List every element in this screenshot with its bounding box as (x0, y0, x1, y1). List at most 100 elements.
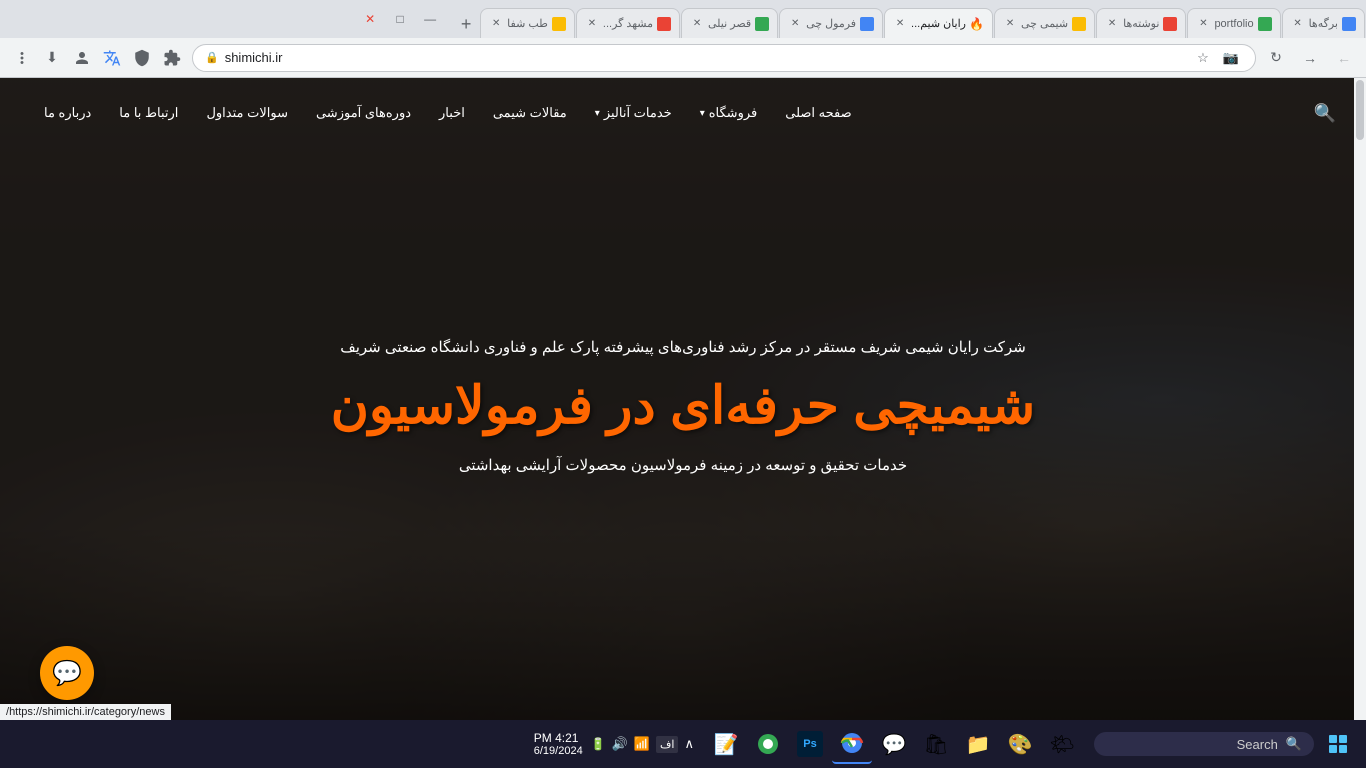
hero-description: خدمات تحقیق و توسعه در زمینه فرمولاسیون … (137, 456, 1230, 474)
shield-button[interactable] (128, 44, 156, 72)
translate-button[interactable] (98, 44, 126, 72)
tab-tab1[interactable]: برگه‌ها ✕ (1282, 8, 1365, 38)
nav-item-درباره-ما[interactable]: درباره ما (30, 97, 105, 129)
taskbar-app-green[interactable] (748, 724, 788, 764)
extensions-button[interactable] (158, 44, 186, 72)
taskbar-search[interactable]: 🔍 Search (1094, 732, 1314, 756)
url-bar[interactable]: 🔒 shimichi.ir ☆ 📷 (192, 44, 1256, 72)
tab-tab9[interactable]: طب شفا ✕ (480, 8, 575, 38)
taskbar: 🔍 Search 🌤 🎨 📁 🛍 💬 (0, 720, 1366, 768)
bookmark-icon[interactable]: ☆ (1191, 46, 1215, 70)
nav-item-ارتباط-با-ما[interactable]: ارتباط با ما (105, 97, 192, 129)
wifi-icon[interactable]: 📶 (634, 736, 650, 752)
clock-date: 6/19/2024 (534, 745, 583, 757)
tab-close-button[interactable]: ✕ (1105, 17, 1119, 31)
tab-close-button[interactable]: ✕ (1003, 17, 1017, 31)
tab-label: طب شفا (507, 17, 548, 30)
tab-close-button[interactable]: ✕ (788, 17, 802, 31)
url-text: shimichi.ir (225, 50, 1185, 65)
system-tray: ∧ اف 📶 🔊 🔋 (591, 736, 694, 753)
lock-icon: 🔒 (205, 51, 219, 64)
start-button[interactable] (1318, 724, 1358, 764)
taskbar-app-message[interactable]: 💬 (874, 724, 914, 764)
tab-close-button[interactable]: ✕ (1291, 17, 1305, 31)
profile-button[interactable] (68, 44, 96, 72)
toolbar-right: ⬇ (8, 44, 186, 72)
window-controls: — □ ✕ (356, 0, 448, 38)
site-navigation: 🔍 صفحه اصلیفروشگاهخدمات آنالیزمقالات شیم… (0, 78, 1366, 148)
taskbar-right: ∧ اف 📶 🔊 🔋 4:21 PM 6/19/2024 (520, 731, 694, 757)
tab-label: برگه‌ها (1309, 17, 1338, 30)
tab-tab8[interactable]: مشهد گر... ✕ (576, 8, 680, 38)
taskbar-photoshop-button[interactable]: Ps (790, 724, 830, 764)
nav-item-دوره‌های-آموزشی[interactable]: دوره‌های آموزشی (302, 97, 425, 129)
browser-menu-button[interactable] (8, 44, 36, 72)
download-button[interactable]: ⬇ (38, 44, 66, 72)
search-icon[interactable]: 🔍 (1314, 103, 1336, 124)
scroll-indicator[interactable] (1354, 78, 1366, 720)
tab-tab4[interactable]: شیمی چی ✕ (994, 8, 1095, 38)
tab-tab2[interactable]: portfolio ✕ (1187, 8, 1280, 38)
battery-icon[interactable]: 🔋 (591, 737, 606, 751)
taskbar-clock[interactable]: 4:21 PM 6/19/2024 (534, 731, 583, 757)
taskbar-chrome-button[interactable] (832, 724, 872, 764)
tab-close-button[interactable]: ✕ (585, 17, 599, 31)
chat-icon: 💬 (52, 659, 82, 688)
taskbar-search-text: Search (1237, 737, 1278, 752)
tab-favicon (1258, 17, 1272, 31)
tab-label: شیمی چی (1021, 17, 1068, 30)
close-button[interactable]: ✕ (356, 5, 384, 33)
tab-close-button[interactable]: ✕ (1196, 17, 1210, 31)
volume-icon[interactable]: 🔊 (612, 736, 628, 752)
tab-close-button[interactable]: ✕ (690, 17, 704, 31)
tab-close-button[interactable]: ✕ (893, 17, 907, 31)
tab-tab5[interactable]: 🔥رایان شیم...✕ (884, 8, 993, 38)
new-tab-button[interactable]: + (452, 10, 480, 38)
tab-favicon (1342, 17, 1356, 31)
taskbar-app-folder[interactable]: 📁 (958, 724, 998, 764)
tab-favicon (552, 17, 566, 31)
tray-arrow-icon[interactable]: ∧ (684, 736, 694, 752)
nav-item-فروشگاه[interactable]: فروشگاه (686, 97, 772, 129)
tab-group: برگه‌ها✕portfolio✕نوشته‌ها✕شیمی چی✕🔥رایا… (480, 0, 1366, 38)
widget-button[interactable]: 🌤 (1042, 724, 1082, 764)
refresh-button[interactable]: ↻ (1262, 44, 1290, 72)
tab-favicon (1072, 17, 1086, 31)
taskbar-app-colorful[interactable]: 🎨 (1000, 724, 1040, 764)
tab-close-button[interactable]: ✕ (489, 17, 503, 31)
hero-subtitle: شرکت رایان شیمی شریف مستقر در مرکز رشد ف… (137, 338, 1230, 356)
address-bar: ← → ↻ 🔒 shimichi.ir ☆ 📷 ⬇ (0, 38, 1366, 78)
tab-favicon (860, 17, 874, 31)
tab-label: portfolio (1214, 18, 1253, 30)
taskbar-notes-button[interactable]: 📝 (706, 724, 746, 764)
taskbar-app-store[interactable]: 🛍 (916, 724, 956, 764)
nav-item-سوالات-متداول[interactable]: سوالات متداول (192, 97, 302, 129)
minimize-button[interactable]: — (416, 5, 444, 33)
back-button[interactable]: ← (1330, 44, 1358, 72)
nav-item-مقالات-شیمی[interactable]: مقالات شیمی (479, 97, 581, 129)
taskbar-apps: 🌤 🎨 📁 🛍 💬 (706, 724, 1082, 764)
scroll-thumb (1356, 80, 1364, 140)
nav-item-صفحه-اصلی[interactable]: صفحه اصلی (771, 97, 865, 129)
language-indicator[interactable]: اف (656, 736, 678, 753)
taskbar-search-icon: 🔍 (1286, 736, 1302, 752)
hero-title: شیمیچی حرفه‌ای در فرمولاسیون (137, 376, 1230, 436)
nav-menu: صفحه اصلیفروشگاهخدمات آنالیزمقالات شیمیا… (30, 97, 1294, 129)
tab-favicon (755, 17, 769, 31)
nav-item-اخبار[interactable]: اخبار (425, 97, 479, 129)
tab-tab6[interactable]: فرمول چی ✕ (779, 8, 883, 38)
tab-label: مشهد گر... (603, 17, 653, 30)
maximize-button[interactable]: □ (386, 5, 414, 33)
forward-button[interactable]: → (1296, 44, 1324, 72)
nav-item-خدمات-آنالیز[interactable]: خدمات آنالیز (581, 97, 686, 129)
windows-logo (1329, 735, 1347, 753)
tab-favicon (657, 17, 671, 31)
tab-tab3[interactable]: نوشته‌ها ✕ (1096, 8, 1186, 38)
screenshot-icon[interactable]: 📷 (1219, 46, 1243, 70)
tab-label: فرمول چی (806, 17, 856, 30)
status-bar: https://shimichi.ir/category/news/ (0, 704, 171, 720)
hero-content: شرکت رایان شیمی شریف مستقر در مرکز رشد ف… (137, 338, 1230, 474)
chat-bubble[interactable]: 💬 (40, 646, 94, 700)
tab-tab7[interactable]: قصر نیلی✕ (681, 8, 778, 38)
tab-label: نوشته‌ها (1123, 17, 1159, 30)
